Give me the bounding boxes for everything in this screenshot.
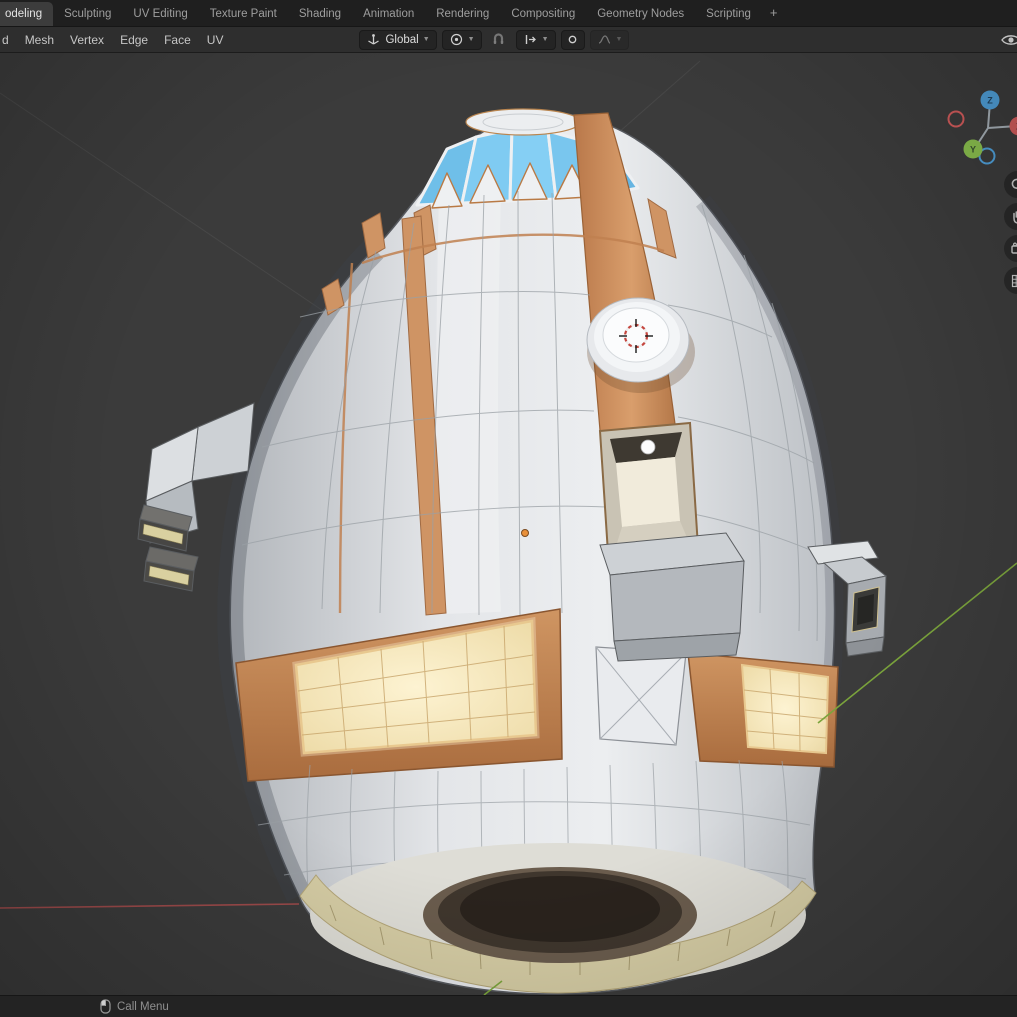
menu-vertex[interactable]: Vertex	[62, 29, 112, 51]
gizmo-neg-x-ball[interactable]	[949, 112, 964, 127]
scene-canvas	[0, 53, 1017, 995]
pivot-point-dropdown[interactable]: ▼	[442, 30, 482, 50]
menu-face[interactable]: Face	[156, 29, 199, 51]
eye-icon	[1000, 31, 1017, 49]
workspace-tab-rendering[interactable]: Rendering	[425, 2, 500, 26]
workspace-tab-uv-editing[interactable]: UV Editing	[122, 2, 198, 26]
lit-window-right	[742, 665, 828, 753]
move-view-button[interactable]	[1004, 203, 1017, 230]
dome-cap	[466, 109, 580, 135]
gizmo-z-ball[interactable]: Z	[981, 91, 1000, 110]
viewport-header: dMeshVertexEdgeFaceUV Global ▼	[0, 27, 1017, 53]
statusbar-hint: Call Menu	[117, 1001, 169, 1013]
workspace-tab-geometry-nodes[interactable]: Geometry Nodes	[586, 2, 695, 26]
workspace-tab-shading[interactable]: Shading	[288, 2, 352, 26]
workspace-tab-sculpting[interactable]: Sculpting	[53, 2, 122, 26]
workspace-tab-texture-paint[interactable]: Texture Paint	[199, 2, 288, 26]
workspace-tab-odeling[interactable]: odeling	[0, 2, 53, 26]
chevron-down-icon: ▼	[468, 36, 475, 43]
zoom-button[interactable]	[1004, 171, 1017, 198]
x-braced-panel	[596, 647, 686, 745]
workspace-tabs: odelingSculptingUV EditingTexture PaintS…	[0, 0, 1017, 27]
equipment-box	[600, 533, 744, 661]
navigation-gizmo[interactable]: Z Y X	[947, 86, 1017, 170]
proportional-circle-icon	[565, 32, 580, 47]
hand-icon	[1010, 209, 1017, 225]
magnet-icon	[491, 32, 506, 47]
ortho-perspective-button[interactable]	[1004, 267, 1017, 294]
object-origin-dot	[522, 530, 529, 537]
window-recess	[600, 423, 698, 553]
snap-toggle-button[interactable]	[487, 30, 511, 50]
viewport-tool-buttons	[1004, 171, 1017, 294]
gizmo-x-ball[interactable]: X	[1010, 117, 1017, 136]
blender-window: odelingSculptingUV EditingTexture PaintS…	[0, 0, 1017, 1017]
add-workspace-button[interactable]: +	[762, 1, 786, 26]
falloff-curve-icon	[597, 32, 612, 47]
workspace-tab-compositing[interactable]: Compositing	[500, 2, 586, 26]
menu-edge[interactable]: Edge	[112, 29, 156, 51]
gizmo-y-ball[interactable]: Y	[964, 140, 983, 159]
orientation-label: Global	[385, 34, 418, 46]
statusbar: Call Menu	[0, 995, 1017, 1017]
snap-target-icon	[523, 32, 538, 47]
svg-text:Z: Z	[987, 96, 993, 106]
pivot-point-icon	[449, 32, 464, 47]
viewport-3d[interactable]: Z Y X	[0, 53, 1017, 995]
proportional-editing-toggle[interactable]	[561, 30, 585, 50]
magnifier-icon	[1010, 177, 1017, 193]
svg-text:Y: Y	[970, 145, 976, 155]
orientation-axes-icon	[366, 32, 381, 47]
menu-mesh[interactable]: Mesh	[17, 29, 62, 51]
recess-sphere	[641, 440, 655, 454]
workspace-tab-animation[interactable]: Animation	[352, 2, 425, 26]
header-widgets: Global ▼ ▼	[359, 30, 629, 50]
grid-icon	[1010, 273, 1017, 289]
mouse-icon	[100, 999, 111, 1014]
chevron-down-icon: ▼	[423, 36, 430, 43]
camera-icon	[1010, 241, 1017, 257]
menu-uv[interactable]: UV	[199, 29, 232, 51]
snap-with-dropdown[interactable]: ▼	[516, 30, 556, 50]
falloff-dropdown[interactable]: ▼	[590, 30, 630, 50]
chevron-down-icon: ▼	[542, 36, 549, 43]
menu-d[interactable]: d	[0, 29, 17, 51]
transform-orientation-dropdown[interactable]: Global ▼	[359, 30, 436, 50]
camera-view-button[interactable]	[1004, 235, 1017, 262]
workspace-tab-scripting[interactable]: Scripting	[695, 2, 762, 26]
show-gizmo-button[interactable]	[1000, 31, 1017, 49]
chevron-down-icon: ▼	[616, 36, 623, 43]
